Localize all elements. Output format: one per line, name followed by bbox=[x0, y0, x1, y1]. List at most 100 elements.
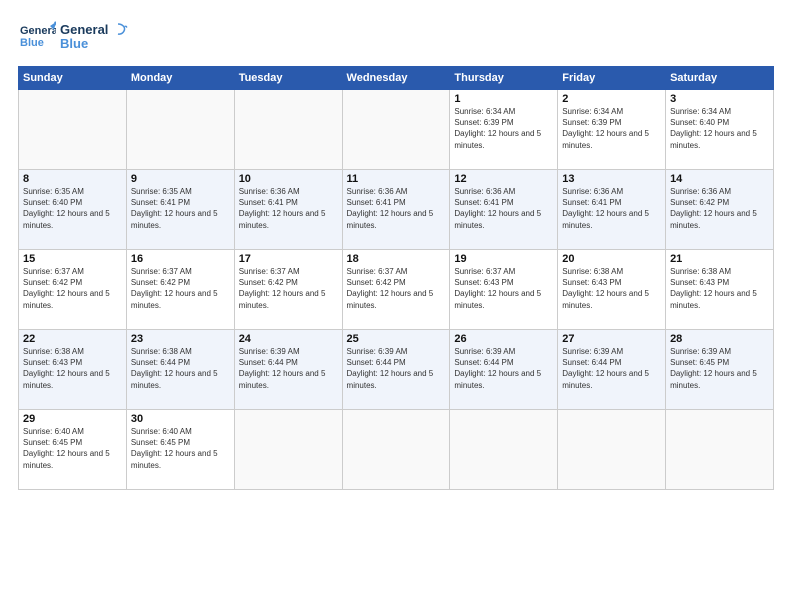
day-number: 3 bbox=[670, 93, 769, 105]
day-info: Sunrise: 6:39 AMSunset: 6:44 PMDaylight:… bbox=[347, 346, 446, 391]
day-info: Sunrise: 6:39 AMSunset: 6:44 PMDaylight:… bbox=[562, 346, 661, 391]
calendar-cell: 13 Sunrise: 6:36 AMSunset: 6:41 PMDaylig… bbox=[558, 170, 666, 250]
calendar-cell: 26 Sunrise: 6:39 AMSunset: 6:44 PMDaylig… bbox=[450, 330, 558, 410]
calendar-cell bbox=[126, 90, 234, 170]
calendar-cell: 15 Sunrise: 6:37 AMSunset: 6:42 PMDaylig… bbox=[19, 250, 127, 330]
day-info: Sunrise: 6:35 AMSunset: 6:41 PMDaylight:… bbox=[131, 186, 230, 231]
day-number: 27 bbox=[562, 333, 661, 345]
day-info: Sunrise: 6:38 AMSunset: 6:43 PMDaylight:… bbox=[562, 266, 661, 311]
weekday-header-row: Sunday Monday Tuesday Wednesday Thursday… bbox=[19, 67, 774, 90]
header-monday: Monday bbox=[126, 67, 234, 90]
calendar-cell: 24 Sunrise: 6:39 AMSunset: 6:44 PMDaylig… bbox=[234, 330, 342, 410]
calendar-cell: 21 Sunrise: 6:38 AMSunset: 6:43 PMDaylig… bbox=[666, 250, 774, 330]
calendar-cell: 16 Sunrise: 6:37 AMSunset: 6:42 PMDaylig… bbox=[126, 250, 234, 330]
day-number: 16 bbox=[131, 253, 230, 265]
day-number: 25 bbox=[347, 333, 446, 345]
calendar-cell: 20 Sunrise: 6:38 AMSunset: 6:43 PMDaylig… bbox=[558, 250, 666, 330]
calendar-cell: 12 Sunrise: 6:36 AMSunset: 6:41 PMDaylig… bbox=[450, 170, 558, 250]
day-info: Sunrise: 6:37 AMSunset: 6:42 PMDaylight:… bbox=[131, 266, 230, 311]
day-number: 14 bbox=[670, 173, 769, 185]
calendar-cell: 19 Sunrise: 6:37 AMSunset: 6:43 PMDaylig… bbox=[450, 250, 558, 330]
calendar-cell: 28 Sunrise: 6:39 AMSunset: 6:45 PMDaylig… bbox=[666, 330, 774, 410]
day-number: 9 bbox=[131, 173, 230, 185]
calendar-cell: 3 Sunrise: 6:34 AMSunset: 6:40 PMDayligh… bbox=[666, 90, 774, 170]
calendar: Sunday Monday Tuesday Wednesday Thursday… bbox=[18, 66, 774, 490]
header-thursday: Thursday bbox=[450, 67, 558, 90]
calendar-cell bbox=[19, 90, 127, 170]
day-number: 1 bbox=[454, 93, 553, 105]
day-info: Sunrise: 6:38 AMSunset: 6:43 PMDaylight:… bbox=[670, 266, 769, 311]
calendar-cell: 14 Sunrise: 6:36 AMSunset: 6:42 PMDaylig… bbox=[666, 170, 774, 250]
day-info: Sunrise: 6:34 AMSunset: 6:39 PMDaylight:… bbox=[562, 106, 661, 151]
day-number: 15 bbox=[23, 253, 122, 265]
day-info: Sunrise: 6:37 AMSunset: 6:42 PMDaylight:… bbox=[347, 266, 446, 311]
calendar-cell bbox=[666, 410, 774, 490]
logo-blue: Blue bbox=[60, 37, 108, 51]
svg-text:General: General bbox=[20, 25, 56, 37]
day-info: Sunrise: 6:38 AMSunset: 6:44 PMDaylight:… bbox=[131, 346, 230, 391]
header-wednesday: Wednesday bbox=[342, 67, 450, 90]
day-info: Sunrise: 6:36 AMSunset: 6:41 PMDaylight:… bbox=[454, 186, 553, 231]
day-number: 10 bbox=[239, 173, 338, 185]
day-info: Sunrise: 6:38 AMSunset: 6:43 PMDaylight:… bbox=[23, 346, 122, 391]
day-number: 24 bbox=[239, 333, 338, 345]
day-number: 12 bbox=[454, 173, 553, 185]
calendar-cell: 18 Sunrise: 6:37 AMSunset: 6:42 PMDaylig… bbox=[342, 250, 450, 330]
header: General Blue General Blue bbox=[18, 18, 774, 56]
calendar-cell: 29 Sunrise: 6:40 AMSunset: 6:45 PMDaylig… bbox=[19, 410, 127, 490]
day-info: Sunrise: 6:36 AMSunset: 6:42 PMDaylight:… bbox=[670, 186, 769, 231]
day-info: Sunrise: 6:39 AMSunset: 6:44 PMDaylight:… bbox=[239, 346, 338, 391]
calendar-cell: 11 Sunrise: 6:36 AMSunset: 6:41 PMDaylig… bbox=[342, 170, 450, 250]
calendar-cell: 17 Sunrise: 6:37 AMSunset: 6:42 PMDaylig… bbox=[234, 250, 342, 330]
day-number: 19 bbox=[454, 253, 553, 265]
calendar-cell: 27 Sunrise: 6:39 AMSunset: 6:44 PMDaylig… bbox=[558, 330, 666, 410]
calendar-cell: 1 Sunrise: 6:34 AMSunset: 6:39 PMDayligh… bbox=[450, 90, 558, 170]
calendar-cell: 30 Sunrise: 6:40 AMSunset: 6:45 PMDaylig… bbox=[126, 410, 234, 490]
day-number: 22 bbox=[23, 333, 122, 345]
day-number: 29 bbox=[23, 413, 122, 425]
day-number: 26 bbox=[454, 333, 553, 345]
header-friday: Friday bbox=[558, 67, 666, 90]
day-number: 18 bbox=[347, 253, 446, 265]
day-info: Sunrise: 6:37 AMSunset: 6:42 PMDaylight:… bbox=[23, 266, 122, 311]
day-number: 30 bbox=[131, 413, 230, 425]
calendar-cell bbox=[558, 410, 666, 490]
day-info: Sunrise: 6:34 AMSunset: 6:40 PMDaylight:… bbox=[670, 106, 769, 151]
day-number: 8 bbox=[23, 173, 122, 185]
calendar-cell: 25 Sunrise: 6:39 AMSunset: 6:44 PMDaylig… bbox=[342, 330, 450, 410]
svg-text:Blue: Blue bbox=[20, 37, 44, 49]
logo: General Blue General Blue bbox=[18, 18, 128, 56]
page: General Blue General Blue bbox=[0, 0, 792, 612]
day-number: 20 bbox=[562, 253, 661, 265]
calendar-cell: 2 Sunrise: 6:34 AMSunset: 6:39 PMDayligh… bbox=[558, 90, 666, 170]
day-number: 21 bbox=[670, 253, 769, 265]
day-info: Sunrise: 6:37 AMSunset: 6:42 PMDaylight:… bbox=[239, 266, 338, 311]
day-info: Sunrise: 6:39 AMSunset: 6:44 PMDaylight:… bbox=[454, 346, 553, 391]
calendar-cell: 8 Sunrise: 6:35 AMSunset: 6:40 PMDayligh… bbox=[19, 170, 127, 250]
day-number: 23 bbox=[131, 333, 230, 345]
calendar-cell: 23 Sunrise: 6:38 AMSunset: 6:44 PMDaylig… bbox=[126, 330, 234, 410]
calendar-cell bbox=[234, 90, 342, 170]
day-info: Sunrise: 6:35 AMSunset: 6:40 PMDaylight:… bbox=[23, 186, 122, 231]
day-number: 2 bbox=[562, 93, 661, 105]
header-sunday: Sunday bbox=[19, 67, 127, 90]
day-info: Sunrise: 6:34 AMSunset: 6:39 PMDaylight:… bbox=[454, 106, 553, 151]
day-number: 17 bbox=[239, 253, 338, 265]
day-number: 28 bbox=[670, 333, 769, 345]
day-number: 13 bbox=[562, 173, 661, 185]
day-info: Sunrise: 6:40 AMSunset: 6:45 PMDaylight:… bbox=[131, 426, 230, 471]
calendar-cell bbox=[342, 90, 450, 170]
calendar-cell: 10 Sunrise: 6:36 AMSunset: 6:41 PMDaylig… bbox=[234, 170, 342, 250]
day-info: Sunrise: 6:40 AMSunset: 6:45 PMDaylight:… bbox=[23, 426, 122, 471]
day-info: Sunrise: 6:39 AMSunset: 6:45 PMDaylight:… bbox=[670, 346, 769, 391]
day-info: Sunrise: 6:36 AMSunset: 6:41 PMDaylight:… bbox=[347, 186, 446, 231]
day-info: Sunrise: 6:36 AMSunset: 6:41 PMDaylight:… bbox=[239, 186, 338, 231]
calendar-cell: 9 Sunrise: 6:35 AMSunset: 6:41 PMDayligh… bbox=[126, 170, 234, 250]
calendar-cell bbox=[234, 410, 342, 490]
header-tuesday: Tuesday bbox=[234, 67, 342, 90]
header-saturday: Saturday bbox=[666, 67, 774, 90]
logo-general: General bbox=[60, 23, 108, 37]
calendar-cell: 22 Sunrise: 6:38 AMSunset: 6:43 PMDaylig… bbox=[19, 330, 127, 410]
day-info: Sunrise: 6:36 AMSunset: 6:41 PMDaylight:… bbox=[562, 186, 661, 231]
calendar-cell bbox=[450, 410, 558, 490]
